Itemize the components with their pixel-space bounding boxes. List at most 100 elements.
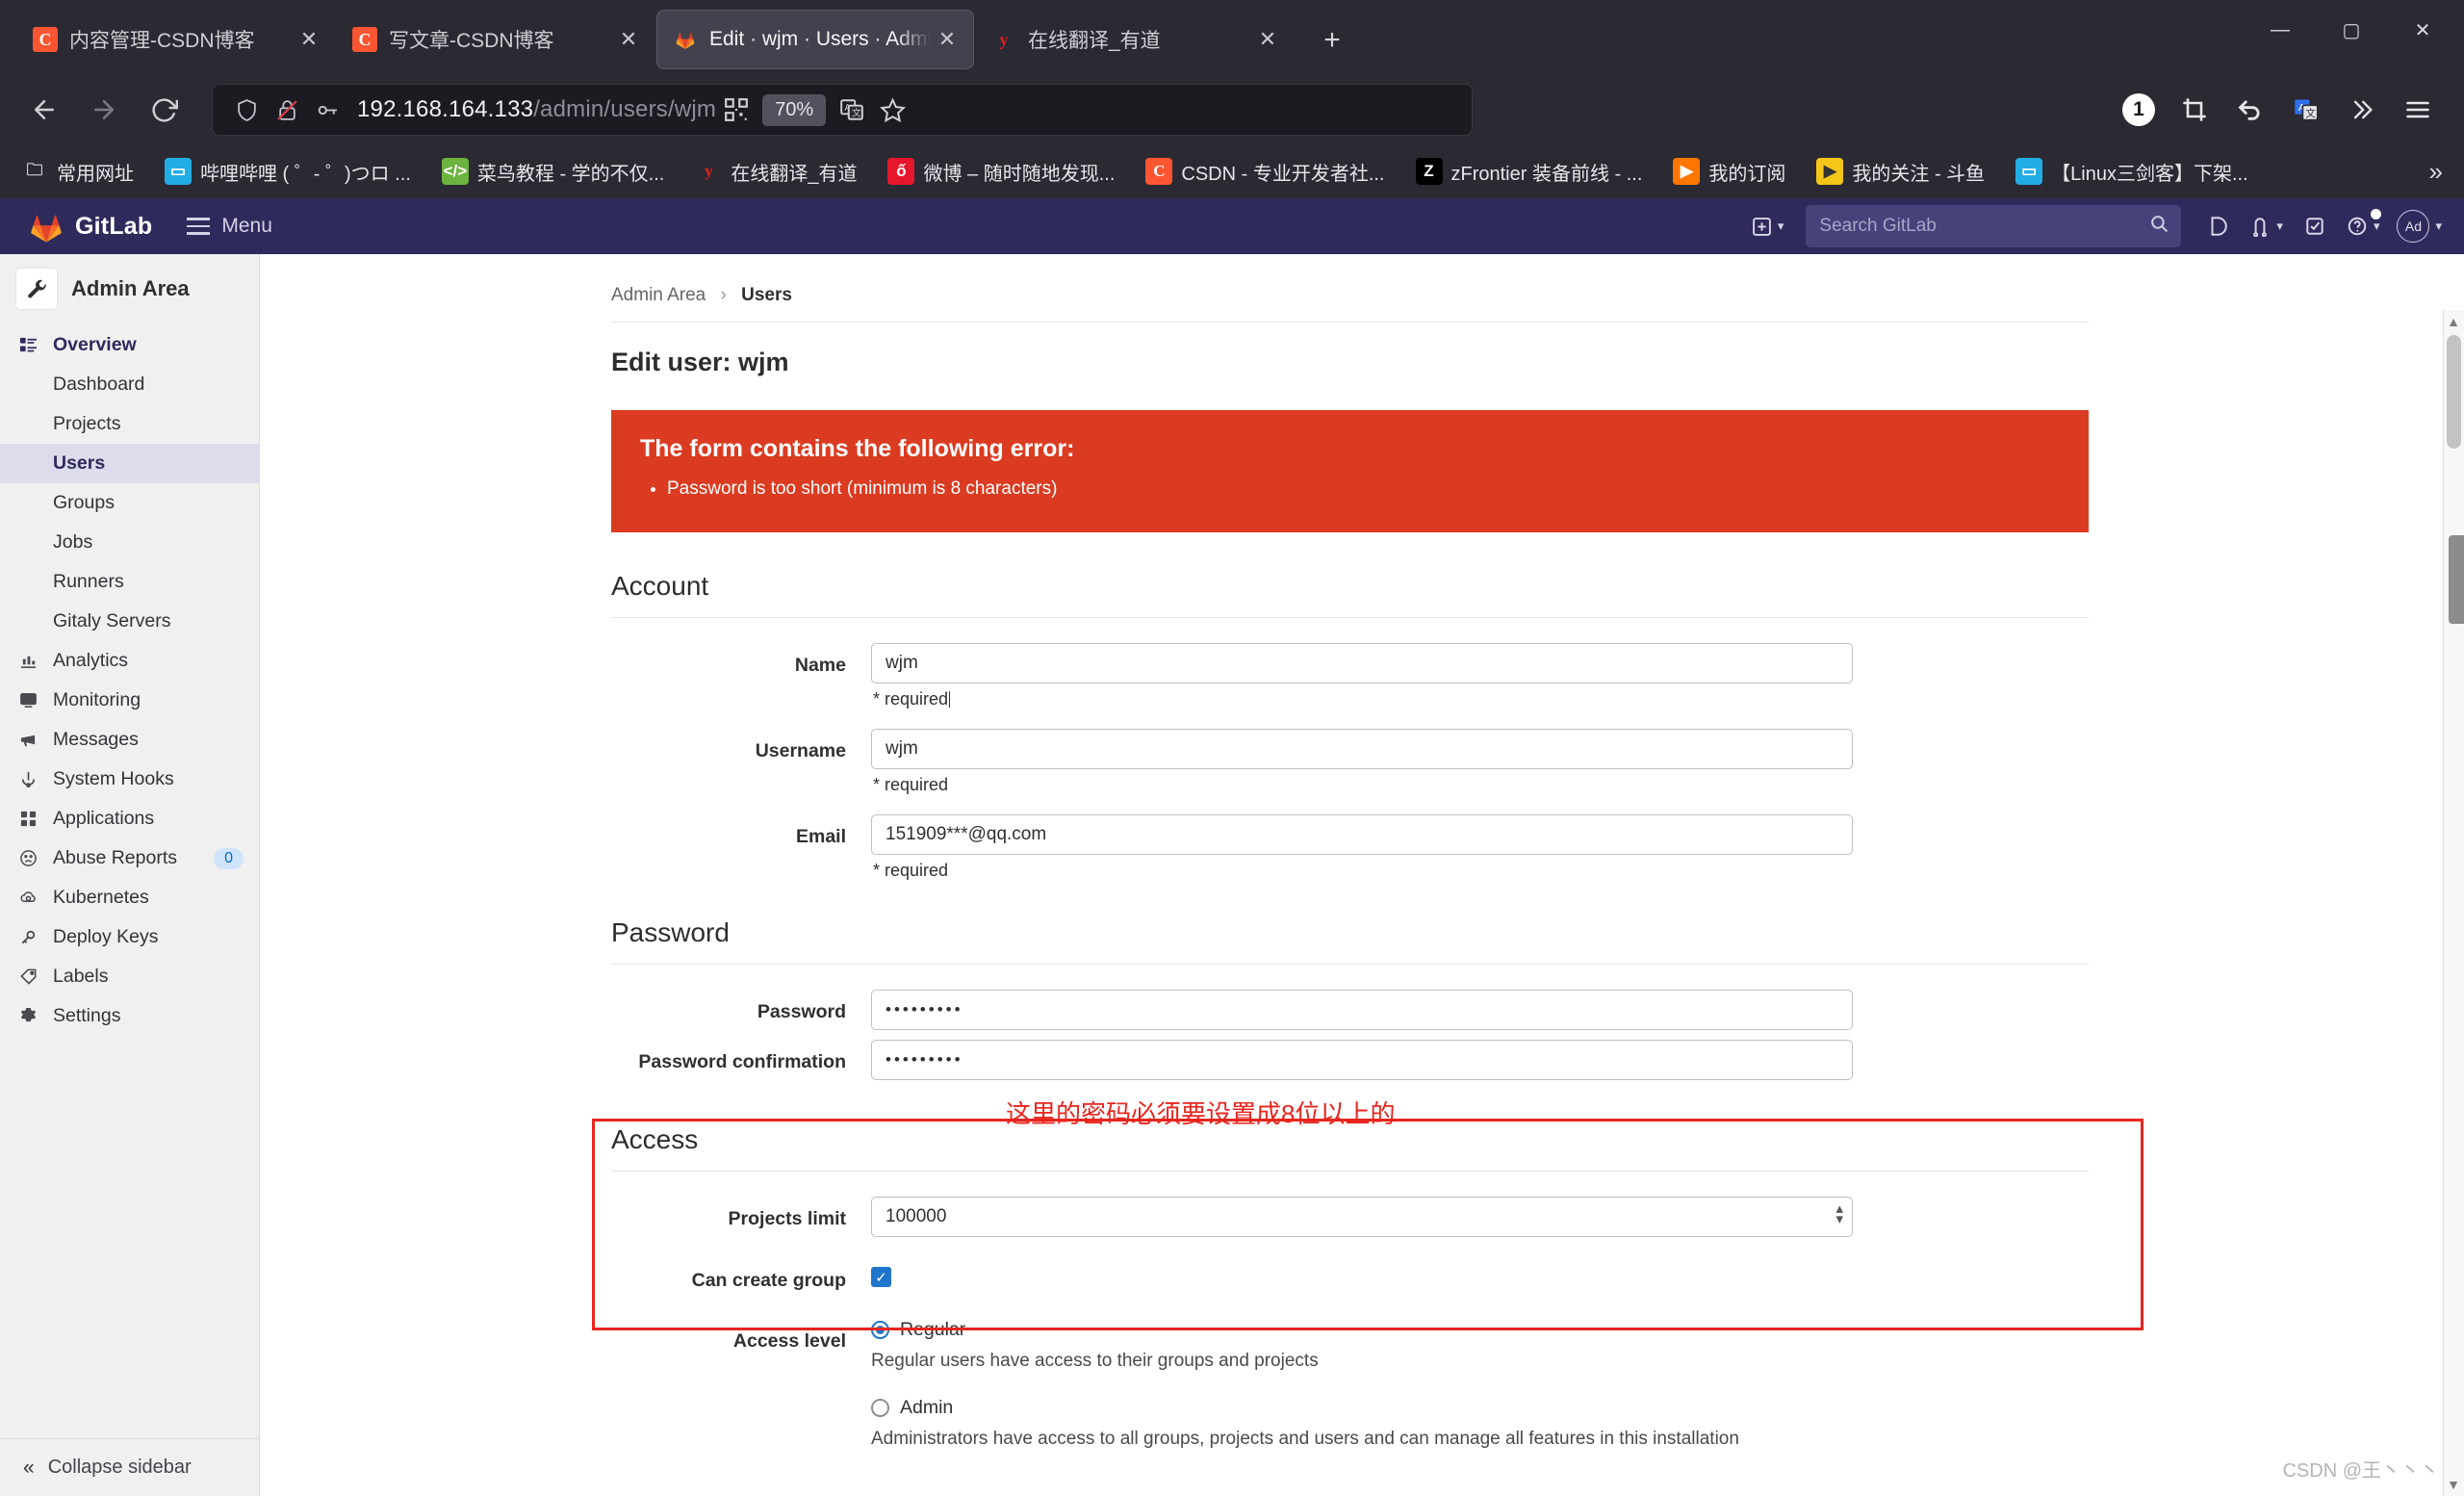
close-icon[interactable]: ✕ bbox=[612, 23, 645, 56]
minimize-icon[interactable]: — bbox=[2245, 6, 2316, 54]
sidebar-item-users[interactable]: Users bbox=[0, 444, 259, 483]
counter-badge-icon[interactable]: 1 bbox=[2112, 83, 2166, 137]
close-icon[interactable]: ✕ bbox=[293, 23, 325, 56]
menu-label: Menu bbox=[221, 215, 272, 237]
scrollbar-thumb[interactable] bbox=[2447, 335, 2461, 449]
radio-admin[interactable] bbox=[871, 1399, 889, 1418]
screenshot-crop-icon[interactable] bbox=[2168, 83, 2221, 137]
breadcrumb-users[interactable]: Users bbox=[741, 285, 792, 305]
collapse-sidebar-button[interactable]: « Collapse sidebar bbox=[0, 1438, 259, 1496]
insecure-lock-icon[interactable] bbox=[267, 90, 307, 130]
sidebar-item-monitoring[interactable]: Monitoring bbox=[0, 681, 259, 720]
number-stepper-icon[interactable]: ▴ ▾ bbox=[1835, 1202, 1843, 1226]
sidebar-item-deploy-keys[interactable]: Deploy Keys bbox=[0, 917, 259, 957]
bookmark-label: 哔哩哔哩 ( ゜- ゜)つロ ... bbox=[200, 163, 411, 185]
sidebar-item-abuse-reports[interactable]: Abuse Reports 0 bbox=[0, 838, 259, 878]
bookmark-item[interactable]: ▭ 哔哩哔哩 ( ゜- ゜)つロ ... bbox=[159, 154, 417, 190]
sidebar-item-gitaly-servers[interactable]: Gitaly Servers bbox=[0, 602, 259, 641]
section-heading-password: Password bbox=[611, 912, 2089, 966]
sidebar-item-dashboard[interactable]: Dashboard bbox=[0, 365, 259, 404]
back-icon[interactable] bbox=[17, 83, 71, 137]
name-input[interactable] bbox=[871, 643, 1853, 684]
email-input[interactable] bbox=[871, 814, 1853, 856]
browser-tab-3-active[interactable]: Edit · wjm · Users · Admin Area ✕ bbox=[656, 10, 974, 69]
sidebar-item-system-hooks[interactable]: System Hooks bbox=[0, 760, 259, 799]
bookmark-label: 菜鸟教程 - 学的不仅... bbox=[476, 163, 665, 185]
password-confirmation-input[interactable] bbox=[871, 1040, 1853, 1081]
sidebar-item-settings[interactable]: Settings bbox=[0, 996, 259, 1036]
bookmark-item[interactable]: ▶ 我的关注 - 斗鱼 bbox=[1810, 154, 1990, 190]
bookmark-item[interactable]: </> 菜鸟教程 - 学的不仅... bbox=[436, 154, 670, 190]
sidebar-item-kubernetes[interactable]: Kubernetes bbox=[0, 878, 259, 917]
bookmark-item[interactable]: y 在线翻译_有道 bbox=[689, 154, 862, 190]
bookmarks-overflow-icon[interactable]: » bbox=[2429, 157, 2449, 187]
sidebar-item-runners[interactable]: Runners bbox=[0, 562, 259, 602]
shield-icon[interactable] bbox=[226, 90, 267, 130]
access-level-regular-description: Regular users have access to their group… bbox=[871, 1351, 1319, 1372]
sidebar-item-messages[interactable]: Messages bbox=[0, 720, 259, 760]
username-input[interactable] bbox=[871, 729, 1853, 770]
close-icon[interactable]: ✕ bbox=[1251, 23, 1284, 56]
new-item-plus-icon[interactable]: ▾ bbox=[1752, 205, 1784, 247]
main-menu-button[interactable]: Menu bbox=[187, 215, 272, 238]
qr-code-icon[interactable] bbox=[716, 90, 757, 130]
scroll-up-arrow-icon[interactable]: ▲ bbox=[2446, 314, 2461, 329]
sidebar-item-jobs[interactable]: Jobs bbox=[0, 523, 259, 562]
field-row-access-level: Access level Regular Regular users have … bbox=[611, 1319, 2089, 1475]
bookmark-item[interactable]: ZzFrontier 装备前线 - ... bbox=[1410, 154, 1649, 190]
translate-icon[interactable]: A文 bbox=[832, 90, 872, 130]
bookmark-star-icon[interactable] bbox=[872, 90, 912, 130]
monitoring-icon bbox=[15, 691, 40, 709]
app-menu-icon[interactable] bbox=[2391, 83, 2445, 137]
overflow-chevrons-icon[interactable] bbox=[2335, 83, 2389, 137]
email-label: Email bbox=[795, 826, 846, 848]
new-tab-button[interactable]: + bbox=[1309, 17, 1355, 64]
undo-arrow-icon[interactable] bbox=[2223, 83, 2277, 137]
key-icon[interactable] bbox=[307, 90, 347, 130]
breadcrumb-admin-area[interactable]: Admin Area bbox=[611, 285, 706, 305]
radio-regular[interactable] bbox=[871, 1321, 889, 1340]
page-scrollbar[interactable]: ▲ ▼ bbox=[2443, 310, 2464, 1496]
bookmark-item[interactable]: ▶ 我的订阅 bbox=[1667, 154, 1791, 190]
access-level-option-regular[interactable]: Regular bbox=[871, 1319, 2089, 1341]
applications-icon bbox=[15, 810, 40, 828]
zoom-level-badge[interactable]: 70% bbox=[762, 93, 827, 126]
maximize-icon[interactable]: ▢ bbox=[2316, 6, 2387, 54]
browser-tab-2[interactable]: C 写文章-CSDN博客 ✕ bbox=[337, 10, 654, 69]
forward-icon[interactable] bbox=[77, 83, 131, 137]
issues-icon[interactable] bbox=[2203, 205, 2232, 247]
sidebar-item-groups[interactable]: Groups bbox=[0, 483, 259, 523]
bookmark-item[interactable]: ▭ 【Linux三剑客】下架... bbox=[2010, 154, 2253, 190]
access-level-option-admin[interactable]: Admin bbox=[871, 1397, 2089, 1419]
user-avatar-menu[interactable]: Ad ▾ bbox=[2397, 205, 2442, 247]
sidebar-item-applications[interactable]: Applications bbox=[0, 799, 259, 838]
reload-icon[interactable] bbox=[137, 83, 191, 137]
projects-limit-input[interactable] bbox=[871, 1197, 1853, 1238]
browser-tab-1[interactable]: C 内容管理-CSDN博客 ✕ bbox=[17, 10, 335, 69]
sidebar-item-labels[interactable]: Labels bbox=[0, 957, 259, 996]
translate-extension-icon[interactable]: A文 bbox=[2279, 83, 2333, 137]
address-bar[interactable]: 192.168.164.133/admin/users/wjm 70% A文 bbox=[212, 84, 1473, 136]
bookmark-item[interactable]: ố 微博 – 随时随地发现... bbox=[882, 154, 1120, 190]
sidebar-item-projects[interactable]: Projects bbox=[0, 404, 259, 444]
todos-icon[interactable] bbox=[2300, 205, 2329, 247]
sidebar-item-analytics[interactable]: Analytics bbox=[0, 641, 259, 681]
sidebar-item-overview[interactable]: Overview bbox=[0, 325, 259, 365]
help-icon[interactable]: ▾ bbox=[2347, 205, 2382, 247]
merge-requests-icon[interactable]: ▾ bbox=[2249, 205, 2283, 247]
side-tab-peek[interactable] bbox=[2449, 535, 2464, 624]
can-create-group-checkbox[interactable]: ✓ bbox=[871, 1267, 891, 1288]
close-icon[interactable]: ✕ bbox=[931, 23, 963, 56]
bookmark-item[interactable]: 🗀 常用网址 bbox=[15, 154, 140, 190]
password-input[interactable] bbox=[871, 990, 1853, 1031]
section-heading-account: Account bbox=[611, 565, 2089, 619]
bookmark-item[interactable]: C CSDN - 专业开发者社... bbox=[1140, 154, 1390, 190]
window-close-icon[interactable]: ✕ bbox=[2387, 6, 2458, 54]
sidebar-header[interactable]: Admin Area bbox=[0, 254, 259, 322]
sidebar-item-label: Dashboard bbox=[53, 374, 145, 395]
search-icon[interactable] bbox=[2149, 214, 2169, 239]
gitlab-logo-icon[interactable] bbox=[27, 207, 65, 245]
search-input[interactable] bbox=[1817, 215, 2150, 238]
browser-tab-4[interactable]: y 在线翻译_有道 ✕ bbox=[976, 10, 1294, 69]
gitlab-search-box[interactable] bbox=[1806, 205, 2182, 247]
